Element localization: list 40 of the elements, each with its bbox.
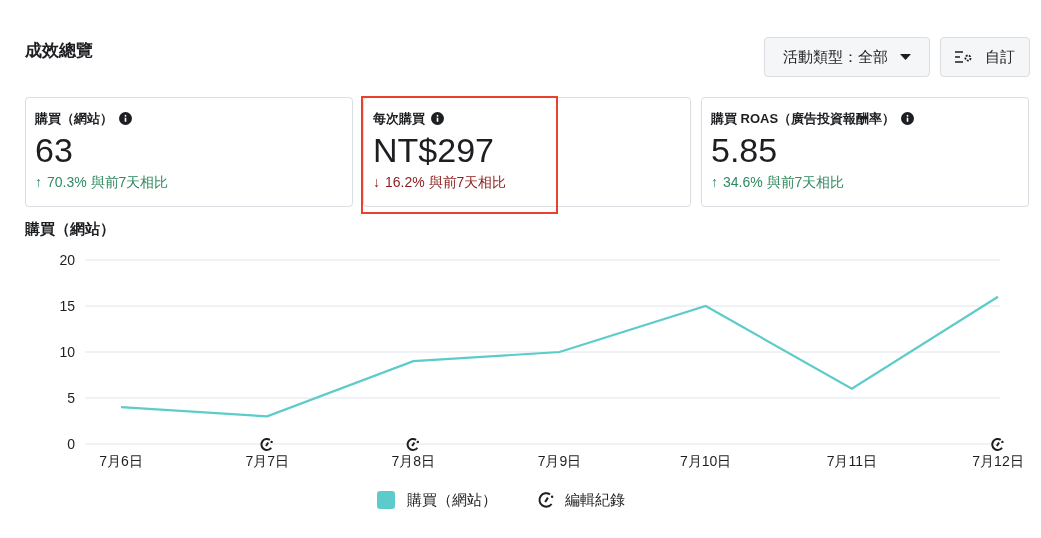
x-tick-label: 7月6日 [99, 452, 143, 469]
metric-label: 購買（網站） [35, 110, 113, 128]
info-icon[interactable] [119, 112, 132, 126]
y-tick-label: 15 [59, 297, 75, 314]
customize-button[interactable]: 自訂 [940, 37, 1030, 77]
campaign-type-dropdown[interactable]: 活動類型：全部 [764, 37, 930, 77]
legend-label: 購買（網站） [406, 489, 497, 510]
metric-value: NT$297 [373, 129, 495, 171]
settings-icon [955, 50, 973, 64]
x-tick-label: 7月10日 [680, 452, 732, 469]
info-icon[interactable] [901, 112, 915, 126]
edit-history-icon [406, 437, 419, 451]
y-tick-label: 10 [59, 343, 75, 360]
x-tick-label: 7月9日 [537, 452, 582, 469]
section-title: 成效總覽 [25, 40, 93, 62]
x-tick-label: 7月11日 [826, 452, 877, 469]
edit-history-icon [538, 492, 553, 508]
trend-arrow: ↑ [711, 172, 718, 192]
x-tick-label: 7月12日 [972, 452, 1024, 469]
change-text: 34.6% 與前7天相比 [723, 172, 845, 192]
caret-down-icon [900, 54, 911, 60]
x-tick-label: 7月8日 [391, 452, 436, 469]
change-text: 16.2% 與前7天相比 [385, 172, 507, 192]
trend-arrow: ↓ [373, 172, 380, 192]
legend-label: 編輯紀錄 [564, 489, 625, 510]
chart-title: 購買（網站） [24, 219, 116, 239]
legend-swatch [376, 490, 395, 509]
edit-history-icon [260, 437, 273, 451]
y-tick-label: 5 [67, 389, 75, 406]
info-icon[interactable] [431, 112, 444, 126]
metric-label: 購買 ROAS（廣告投資報酬率） [711, 110, 896, 128]
y-tick-label: 0 [67, 435, 75, 452]
edit-history-icon [991, 437, 1004, 451]
y-tick-label: 20 [59, 251, 75, 268]
metric-value: 63 [35, 129, 74, 171]
change-text: 70.3% 與前7天相比 [47, 172, 169, 192]
x-tick-label: 7月7日 [245, 452, 289, 469]
metric-label: 每次購買 [373, 110, 425, 128]
metric-value: 5.85 [711, 129, 779, 171]
trend-arrow: ↑ [35, 172, 42, 192]
